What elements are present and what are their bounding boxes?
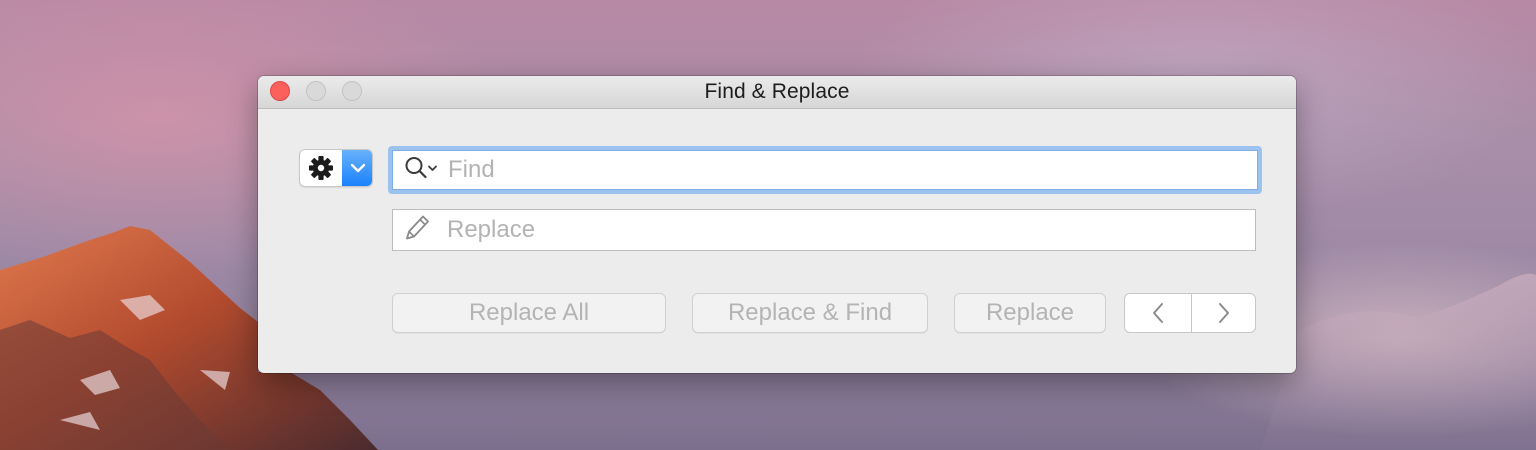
replace-field[interactable] [392, 209, 1256, 251]
find-field[interactable] [388, 146, 1262, 194]
chevron-right-icon [1219, 303, 1229, 323]
chevron-down-icon [342, 150, 372, 186]
find-input[interactable] [448, 150, 1250, 190]
action-menu-button[interactable] [299, 149, 373, 187]
previous-button[interactable] [1125, 294, 1192, 332]
replace-and-find-button[interactable]: Replace & Find [692, 293, 928, 333]
replace-button[interactable]: Replace [954, 293, 1106, 333]
previous-next-segmented-control [1124, 293, 1256, 333]
pencil-icon [403, 213, 431, 248]
find-replace-window: Find & Replace Find Replace Replace All … [258, 76, 1296, 373]
search-icon[interactable] [404, 155, 440, 186]
chevron-left-icon [1153, 303, 1163, 323]
gear-icon [300, 150, 342, 186]
replace-input[interactable] [447, 210, 1247, 250]
window-title: Find & Replace [704, 80, 850, 103]
title-bar[interactable]: Find & Replace [258, 76, 1296, 109]
replace-all-button[interactable]: Replace All [392, 293, 666, 333]
next-button[interactable] [1192, 294, 1255, 332]
